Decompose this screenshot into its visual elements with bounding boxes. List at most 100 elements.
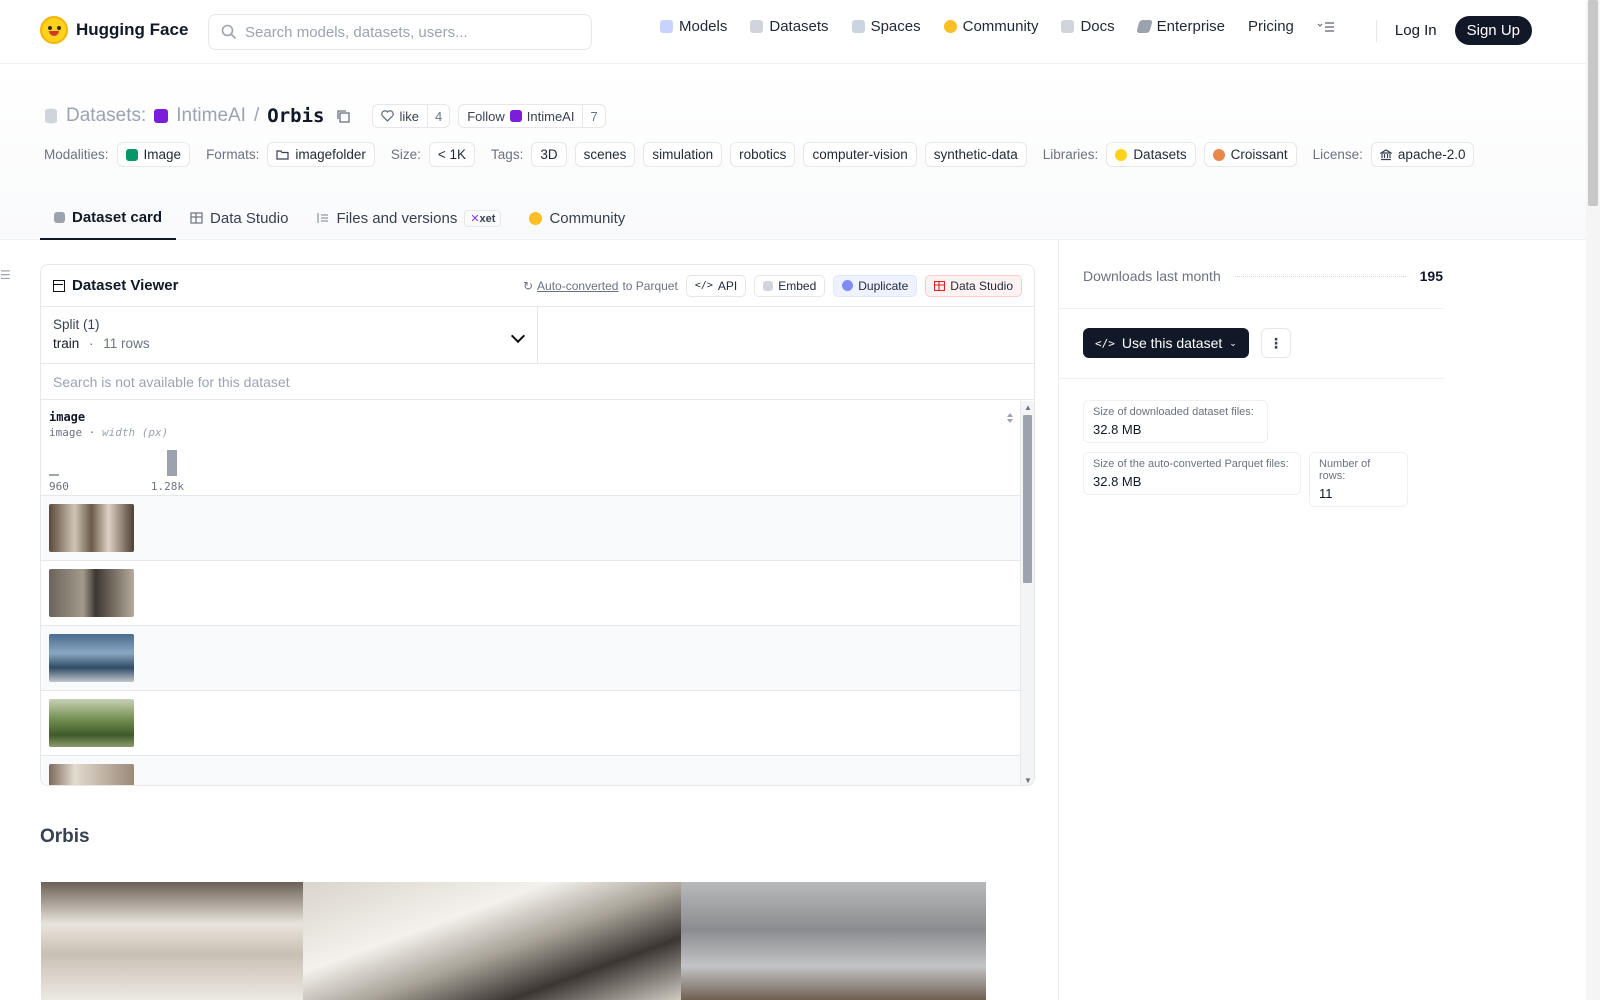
table-row[interactable]	[41, 561, 1034, 626]
viewer-search-unavailable: Search is not available for this dataset	[41, 364, 1034, 400]
nav-divider	[1375, 19, 1377, 42]
table-icon	[53, 279, 65, 292]
duplicate-button[interactable]: Duplicate	[833, 274, 918, 297]
embed-button[interactable]: Embed	[754, 274, 826, 297]
nav-spaces[interactable]: Spaces	[851, 18, 921, 35]
tag-synthetic-data[interactable]: synthetic-data	[924, 142, 1027, 167]
license-label: License:	[1312, 147, 1363, 162]
divider	[1059, 308, 1444, 309]
table-row[interactable]	[41, 691, 1034, 756]
row-image-thumbnail[interactable]	[49, 764, 134, 785]
nav-models[interactable]: Models	[660, 18, 727, 35]
scroll-up-icon[interactable]: ▲	[1024, 403, 1032, 412]
login-link[interactable]: Log In	[1395, 22, 1437, 39]
code-icon: </>	[694, 280, 713, 291]
tab-dataset-card[interactable]: Dataset card	[40, 196, 177, 240]
hugging-face-icon	[1115, 148, 1128, 161]
row-image-thumbnail[interactable]	[49, 699, 134, 747]
nav-community[interactable]: Community	[943, 18, 1038, 35]
viewer-scrollbar[interactable]: ▲ ▼	[1020, 401, 1034, 785]
modality-tag[interactable]: Image	[116, 142, 191, 167]
dataset-viewer: Dataset Viewer ↻ Auto-converted to Parquet…	[40, 264, 1035, 786]
files-icon	[317, 213, 329, 223]
viewer-rows	[41, 496, 1034, 785]
auto-converted-link[interactable]: Auto-converted	[537, 279, 618, 293]
column-header-image[interactable]: image image · width (px) 960 1.28k	[41, 400, 1034, 496]
data-studio-button[interactable]: Data Studio	[925, 274, 1022, 297]
sidebar-toggle-icon[interactable]: ☰	[0, 268, 11, 282]
xet-badge: ✕xet	[464, 209, 502, 227]
row-image-thumbnail[interactable]	[49, 569, 134, 617]
scroll-down-icon[interactable]: ▼	[1024, 776, 1032, 785]
histogram-bar[interactable]	[167, 450, 177, 476]
tag-simulation[interactable]: simulation	[643, 142, 723, 167]
brand-name: Hugging Face	[76, 20, 189, 39]
signup-button[interactable]: Sign Up	[1454, 16, 1532, 45]
search-box[interactable]	[208, 14, 592, 50]
nav-datasets[interactable]: Datasets	[750, 18, 829, 35]
brand-logo[interactable]: Hugging Face	[40, 16, 188, 44]
size-label: Size:	[390, 147, 421, 162]
library-datasets[interactable]: Datasets	[1106, 142, 1196, 167]
tag-scenes[interactable]: scenes	[574, 142, 636, 167]
tag-3d[interactable]: 3D	[531, 142, 567, 167]
size-tag[interactable]: < 1K	[428, 142, 476, 167]
hugging-face-logo-icon	[40, 16, 68, 44]
follow-button[interactable]: Follow IntimeAI 7	[458, 104, 606, 128]
library-croissant[interactable]: Croissant	[1203, 142, 1297, 167]
metadata-row: Modalities: Image Formats: imagefolder S…	[44, 142, 1475, 167]
table-row[interactable]	[41, 496, 1034, 561]
repo-title: Datasets: IntimeAI / Orbis like 4 Follow…	[44, 104, 606, 128]
row-image-thumbnail[interactable]	[49, 634, 134, 682]
split-selector[interactable]: Split (1) train · 11 rows	[41, 307, 538, 363]
auto-converted-note: ↻ Auto-converted to Parquet	[522, 278, 678, 293]
page-scrollbar[interactable]	[1586, 0, 1600, 1000]
page-scrollbar-thumb[interactable]	[1588, 0, 1598, 206]
database-icon	[750, 20, 764, 33]
follow-count: 7	[582, 105, 604, 127]
repo-tabs: Dataset card Data Studio Files and versi…	[40, 196, 639, 240]
row-image-thumbnail[interactable]	[49, 504, 134, 552]
nav-docs[interactable]: Docs	[1061, 18, 1115, 35]
search-input[interactable]	[245, 23, 575, 41]
tags-label: Tags:	[491, 147, 524, 162]
tag-robotics[interactable]: robotics	[730, 142, 796, 167]
org-link[interactable]: IntimeAI	[176, 105, 246, 127]
enterprise-icon	[1135, 20, 1153, 33]
license-tag[interactable]: apache-2.0	[1370, 142, 1475, 167]
table-row[interactable]	[41, 756, 1034, 785]
book-icon	[1061, 20, 1075, 33]
nav-pricing[interactable]: Pricing	[1248, 18, 1294, 35]
database-icon	[45, 108, 57, 124]
kebab-menu-icon: ⋮	[1269, 334, 1283, 351]
tab-data-studio[interactable]: Data Studio	[176, 196, 302, 240]
like-button[interactable]: like 4	[372, 104, 451, 128]
table-row[interactable]	[41, 626, 1034, 691]
repo-name[interactable]: Orbis	[267, 105, 324, 127]
menu-icon	[1317, 21, 1334, 32]
tag-computer-vision[interactable]: computer-vision	[803, 142, 917, 167]
hero-image-kitchen	[681, 882, 986, 1000]
nav-more-menu[interactable]	[1317, 21, 1335, 33]
datasets-prefix[interactable]: Datasets:	[66, 105, 146, 127]
split-label: Split (1)	[53, 317, 100, 332]
like-count: 4	[426, 105, 449, 127]
heart-icon	[381, 110, 395, 122]
image-icon	[125, 148, 138, 161]
more-options-button[interactable]: ⋮	[1261, 328, 1291, 358]
tab-community[interactable]: Community	[515, 196, 639, 240]
auth-area: Log In Sign Up	[1375, 16, 1532, 45]
use-this-dataset-button[interactable]: </> Use this dataset ⌄	[1083, 328, 1249, 358]
histogram-bar[interactable]	[49, 474, 59, 476]
format-tag[interactable]: imagefolder	[267, 142, 375, 167]
copy-icon[interactable]	[336, 109, 351, 123]
nav-enterprise[interactable]: Enterprise	[1135, 18, 1225, 35]
tab-files-and-versions[interactable]: Files and versions ✕xet	[302, 196, 515, 240]
api-button[interactable]: </> API	[685, 274, 747, 297]
right-sidebar: Downloads last month 195 </> Use this da…	[1058, 240, 1586, 1000]
sort-icon[interactable]	[1006, 412, 1014, 424]
scrollbar-thumb[interactable]	[1023, 415, 1032, 583]
card-hero-image	[41, 882, 986, 1000]
community-icon	[529, 211, 543, 225]
refresh-icon: ↻	[522, 278, 534, 293]
